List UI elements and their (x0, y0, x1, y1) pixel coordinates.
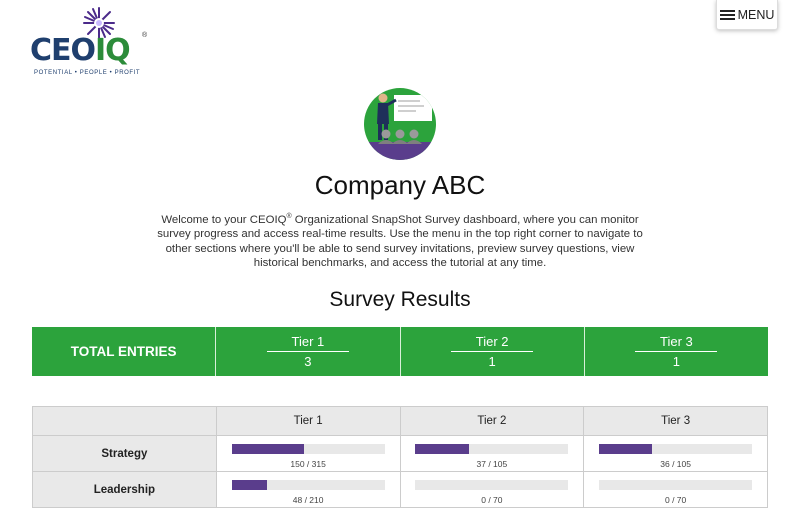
table-header-cell: Tier 3 (583, 407, 768, 435)
progress-bar (231, 444, 385, 454)
total-tier-3-cell: Tier 3 1 (585, 327, 768, 376)
logo-registered-mark: ® (142, 32, 148, 39)
welcome-text-start: Welcome to your CEOIQ (161, 213, 287, 226)
menu-button[interactable]: MENU (716, 0, 778, 30)
logo-iq: IQ (95, 33, 131, 68)
survey-results-title: Survey Results (329, 288, 471, 311)
progress-bar (599, 444, 753, 454)
progress-text: 0 / 70 (664, 495, 687, 505)
table-header-cell: Tier 2 (399, 407, 584, 435)
progress-text: 0 / 70 (481, 495, 503, 505)
logo-wordmark: CEOIQ (30, 33, 131, 68)
total-tier-2-cell: Tier 2 1 (401, 327, 585, 376)
total-entries-band: TOTAL ENTRIES Tier 1 3 Tier 2 1 Tier 3 1 (32, 327, 768, 376)
progress-text: 37 / 105 (476, 459, 508, 469)
total-entries-label: TOTAL ENTRIES (70, 344, 177, 359)
logo-tagline: POTENTIAL • PEOPLE • PROFIT (34, 70, 141, 76)
progress-bar (231, 480, 385, 490)
total-tier-count: 1 (672, 354, 680, 369)
progress-fill (231, 444, 305, 454)
progress-text: 150 / 315 (290, 459, 326, 469)
progress-fill (415, 444, 470, 454)
total-tier-label: Tier 2 (451, 334, 534, 352)
row-label: Strategy (32, 436, 216, 471)
company-title: Company ABC (314, 170, 486, 200)
progress-cell: 48 / 210 (215, 472, 400, 507)
table-row: Leadership 48 / 210 0 / 70 0 / 70 (32, 472, 768, 508)
table-header-cell: Tier 1 (215, 407, 400, 435)
progress-bar (415, 444, 569, 454)
ceoiq-logo[interactable]: CEOIQ ® POTENTIAL • PEOPLE • PROFIT (30, 6, 152, 78)
progress-text: 36 / 105 (660, 459, 691, 469)
total-tier-label: Tier 3 (635, 334, 718, 352)
progress-cell: 37 / 105 (399, 436, 584, 471)
table-header-row: Tier 1 Tier 2 Tier 3 (32, 407, 768, 436)
welcome-text: Welcome to your CEOIQ® Organizational Sn… (150, 210, 650, 271)
progress-cell: 0 / 70 (583, 472, 768, 507)
progress-bar (599, 480, 753, 490)
progress-text: 48 / 210 (292, 495, 324, 505)
total-tier-count: 1 (488, 354, 496, 369)
table-row: Strategy 150 / 315 37 / 105 36 / 105 (32, 436, 768, 472)
total-entries-label-cell: TOTAL ENTRIES (32, 327, 217, 376)
row-label: Leadership (32, 472, 216, 507)
menu-label: MENU (737, 7, 775, 22)
hamburger-icon (719, 9, 735, 20)
progress-cell: 0 / 70 (399, 472, 584, 507)
progress-cell: 36 / 105 (583, 436, 768, 471)
progress-bar (415, 480, 569, 490)
progress-fill (231, 480, 267, 490)
results-table: Tier 1 Tier 2 Tier 3 Strategy 150 / 315 … (32, 406, 768, 508)
progress-fill (599, 444, 652, 454)
total-tier-label: Tier 1 (266, 334, 349, 352)
logo-ceo: CEO (30, 33, 96, 68)
table-header-blank (32, 407, 216, 435)
progress-cell: 150 / 315 (215, 436, 400, 471)
total-tier-count: 3 (304, 354, 312, 369)
total-tier-1-cell: Tier 1 3 (216, 327, 401, 376)
presenter-illustration-icon (364, 88, 436, 160)
